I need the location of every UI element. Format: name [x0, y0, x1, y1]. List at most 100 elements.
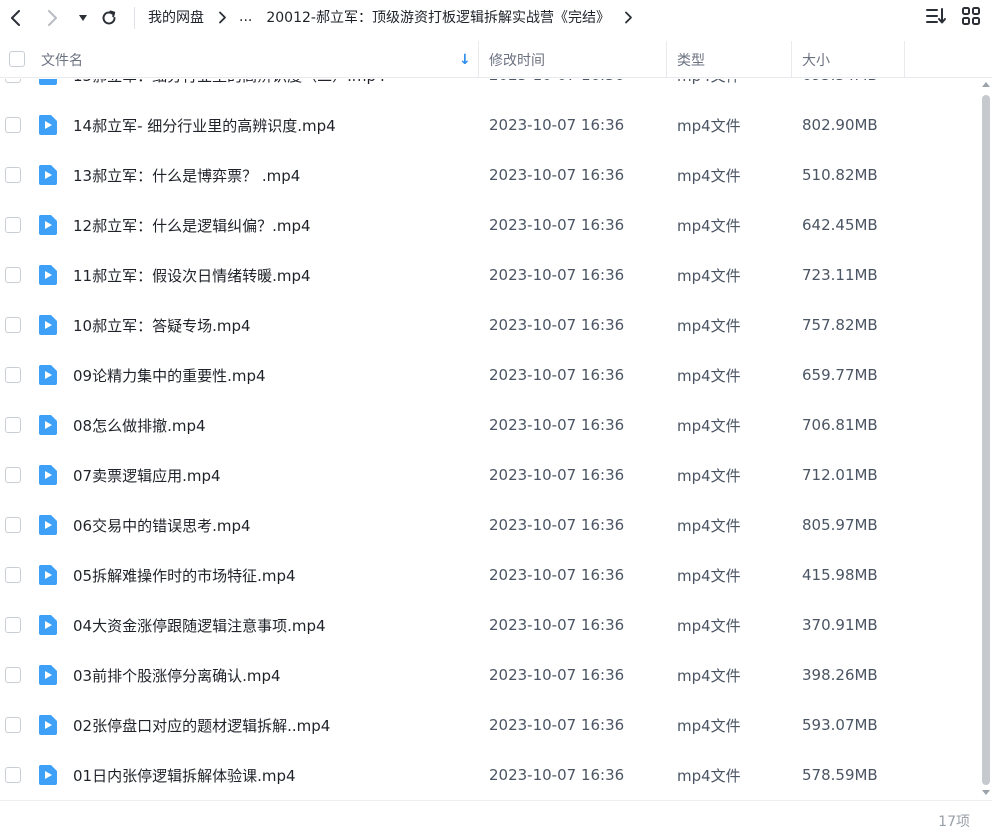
- back-button[interactable]: [4, 6, 28, 30]
- scroll-down-arrow-icon[interactable]: [982, 788, 990, 796]
- table-row[interactable]: 02张停盘口对应的题材逻辑拆解..mp4 2023-10-07 16:36 mp4文…: [0, 700, 980, 750]
- column-header-modified[interactable]: 修改时间: [489, 41, 666, 78]
- column-header-modified-label: 修改时间: [489, 52, 545, 69]
- view-mode-button[interactable]: [960, 7, 982, 29]
- file-name: 03前排个股涨停分离确认.mp4: [73, 666, 281, 685]
- table-row[interactable]: 03前排个股涨停分离确认.mp4 2023-10-07 16:36 mp4文件 398…: [0, 650, 980, 700]
- row-checkbox[interactable]: [5, 267, 21, 283]
- column-header-name[interactable]: 文件名 ↓: [41, 41, 478, 78]
- file-type: mp4文件: [677, 79, 741, 100]
- table-row[interactable]: 07卖票逻辑应用.mp4 2023-10-07 16:36 mp4文件 712.01M…: [0, 450, 980, 500]
- row-checkbox[interactable]: [5, 167, 21, 183]
- column-header-name-label: 文件名: [41, 52, 83, 69]
- table-row[interactable]: 11郝立军：假设次日情绪转暖.mp4 2023-10-07 16:36 mp4文件 7…: [0, 250, 980, 300]
- video-file-icon: [38, 765, 57, 785]
- column-divider[interactable]: [904, 41, 905, 78]
- row-checkbox[interactable]: [5, 367, 21, 383]
- vertical-scrollbar[interactable]: [980, 79, 992, 800]
- file-size: 578.59MB: [802, 766, 878, 784]
- table-row[interactable]: 13郝立军：什么是博弈票？ .mp4 2023-10-07 16:36 mp4文件 5…: [0, 150, 980, 200]
- table-row[interactable]: 09论精力集中的重要性.mp4 2023-10-07 16:36 mp4文件 659.…: [0, 350, 980, 400]
- row-checkbox[interactable]: [5, 667, 21, 683]
- file-browser-window: 我的网盘 ... 20012-郝立军：顶级游资打板逻辑拆解实战营《完结》 文件名: [0, 0, 992, 834]
- breadcrumb-more-icon[interactable]: [624, 11, 633, 24]
- file-type: mp4文件: [677, 566, 741, 585]
- toolbar-divider: [134, 7, 135, 29]
- sort-list-icon: [925, 7, 947, 29]
- file-modified: 2023-10-07 16:36: [489, 316, 625, 334]
- column-divider[interactable]: [666, 41, 667, 78]
- file-modified: 2023-10-07 16:36: [489, 416, 625, 434]
- sort-button[interactable]: [925, 7, 947, 29]
- file-name: 09论精力集中的重要性.mp4: [73, 366, 266, 385]
- table-row[interactable]: 01日内张停逻辑拆解体验课.mp4 2023-10-07 16:36 mp4文件 57…: [0, 750, 980, 800]
- file-modified: 2023-10-07 16:36: [489, 466, 625, 484]
- item-count: 17项: [938, 814, 970, 830]
- file-size: 706.81MB: [802, 416, 878, 434]
- file-type: mp4文件: [677, 766, 741, 785]
- video-file-icon: [38, 515, 57, 535]
- file-modified: 2023-10-07 16:36: [489, 766, 625, 784]
- row-checkbox[interactable]: [5, 717, 21, 733]
- file-type: mp4文件: [677, 616, 741, 635]
- table-row[interactable]: 15郝立军：细分行业里的高辨识度（二）.mp4 2023-10-07 16:36…: [0, 79, 980, 100]
- file-modified: 2023-10-07 16:36: [489, 116, 625, 134]
- file-name: 06交易中的错误思考.mp4: [73, 516, 251, 535]
- table-row[interactable]: 06交易中的错误思考.mp4 2023-10-07 16:36 mp4文件 805.9…: [0, 500, 980, 550]
- table-row[interactable]: 04大资金涨停跟随逻辑注意事项.mp4 2023-10-07 16:36 mp4文件…: [0, 600, 980, 650]
- column-header-type[interactable]: 类型: [677, 41, 791, 78]
- table-row[interactable]: 05拆解难操作时的市场特征.mp4 2023-10-07 16:36 mp4文件 41…: [0, 550, 980, 600]
- history-dropdown-button[interactable]: [71, 6, 95, 30]
- table-row[interactable]: 14郝立军- 细分行业里的高辨识度.mp4 2023-10-07 16:36 mp4…: [0, 100, 980, 150]
- scroll-up-arrow-icon[interactable]: [982, 81, 990, 89]
- select-all-checkbox[interactable]: [9, 51, 25, 67]
- breadcrumb-current-folder[interactable]: 20012-郝立军：顶级游资打板逻辑拆解实战营《完结》: [266, 7, 610, 27]
- row-checkbox[interactable]: [5, 617, 21, 633]
- table-row[interactable]: 12郝立军：什么是逻辑纠偏？.mp4 2023-10-07 16:36 mp4文件 6…: [0, 200, 980, 250]
- video-file-icon: [38, 115, 57, 135]
- file-type: mp4文件: [677, 466, 741, 485]
- refresh-button[interactable]: [97, 6, 121, 30]
- scrollbar-thumb[interactable]: [982, 95, 990, 785]
- column-divider[interactable]: [478, 41, 479, 78]
- file-size: 510.82MB: [802, 166, 878, 184]
- file-size: 659.77MB: [802, 366, 878, 384]
- row-checkbox[interactable]: [5, 217, 21, 233]
- file-modified: 2023-10-07 16:36: [489, 79, 624, 100]
- row-checkbox[interactable]: [5, 79, 21, 83]
- row-checkbox[interactable]: [5, 567, 21, 583]
- breadcrumb-root[interactable]: 我的网盘: [148, 7, 204, 27]
- row-checkbox[interactable]: [5, 517, 21, 533]
- chevron-right-icon: [45, 10, 59, 26]
- column-header-size[interactable]: 大小: [802, 41, 904, 78]
- video-file-icon: [38, 165, 57, 185]
- table-header: 文件名 ↓ 修改时间 类型 大小: [0, 41, 992, 78]
- row-checkbox[interactable]: [5, 317, 21, 333]
- file-name: 10郝立军：答疑专场.mp4: [73, 316, 251, 335]
- file-type: mp4文件: [677, 416, 741, 435]
- breadcrumb-ellipsis[interactable]: ...: [239, 9, 252, 25]
- table-row[interactable]: 08怎么做排撤.mp4 2023-10-07 16:36 mp4文件 706.81MB: [0, 400, 980, 450]
- breadcrumb: 我的网盘 ... 20012-郝立军：顶级游资打板逻辑拆解实战营《完结》: [148, 0, 645, 34]
- file-size: 757.82MB: [802, 316, 878, 334]
- file-name: 02张停盘口对应的题材逻辑拆解..mp4: [73, 716, 331, 735]
- file-type: mp4文件: [677, 216, 741, 235]
- table-row[interactable]: 10郝立军：答疑专场.mp4 2023-10-07 16:36 mp4文件 757.8…: [0, 300, 980, 350]
- file-name: 14郝立军- 细分行业里的高辨识度.mp4: [73, 116, 336, 135]
- file-type: mp4文件: [677, 166, 741, 185]
- row-checkbox[interactable]: [5, 117, 21, 133]
- video-file-icon: [38, 215, 57, 235]
- file-name: 12郝立军：什么是逻辑纠偏？.mp4: [73, 216, 311, 235]
- file-size: 642.45MB: [802, 216, 878, 234]
- column-divider[interactable]: [791, 41, 792, 78]
- forward-button[interactable]: [40, 6, 64, 30]
- file-modified: 2023-10-07 16:36: [489, 366, 625, 384]
- row-checkbox[interactable]: [5, 417, 21, 433]
- file-type: mp4文件: [677, 716, 741, 735]
- file-name: 08怎么做排撤.mp4: [73, 416, 206, 435]
- row-checkbox[interactable]: [5, 467, 21, 483]
- caret-down-icon: [78, 14, 88, 22]
- file-name: 04大资金涨停跟随逻辑注意事项.mp4: [73, 616, 326, 635]
- row-checkbox[interactable]: [5, 767, 21, 783]
- file-size: 712.01MB: [802, 466, 878, 484]
